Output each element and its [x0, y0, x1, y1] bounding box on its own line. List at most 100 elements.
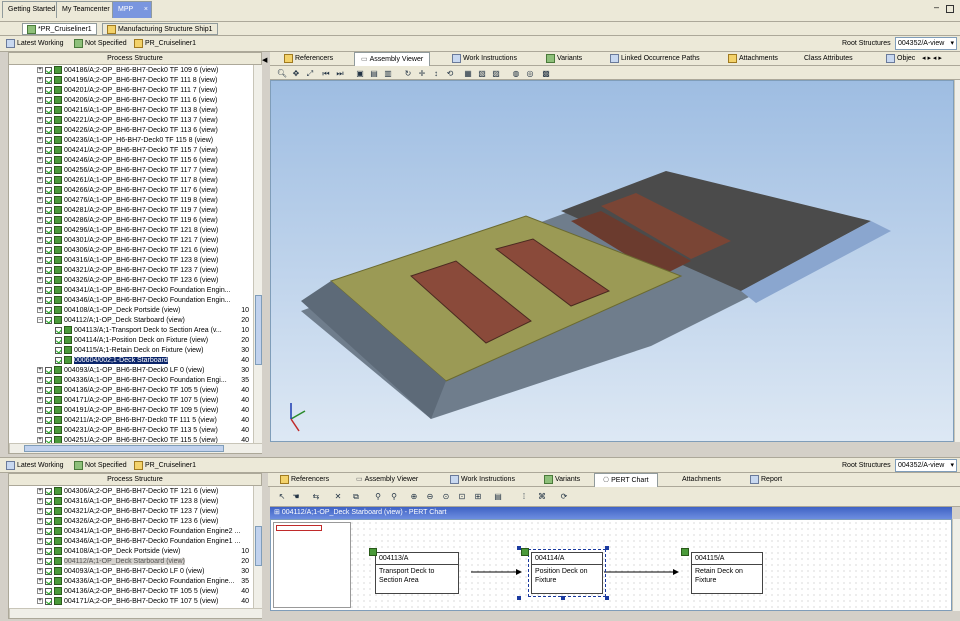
tree-row[interactable]: +004286/A;2-OP_BH6-BH7-Deck0 TF 119 6 (v… [37, 216, 249, 226]
first-icon[interactable]: ⏮ [320, 68, 332, 80]
next-icon[interactable]: ⏭ [334, 68, 346, 80]
expand-icon[interactable]: + [37, 558, 43, 565]
expand-icon[interactable]: + [37, 568, 43, 575]
checkbox[interactable] [45, 246, 52, 254]
tree-row[interactable]: +004246/A;2-OP_BH6-BH7-Deck0 TF 115 6 (v… [37, 156, 249, 166]
expand-icon[interactable]: + [37, 197, 43, 204]
checkbox[interactable] [45, 386, 52, 394]
tree-row[interactable]: +004336/A;1-OP_BH6-BH7-Deck0 Foundation … [37, 577, 249, 587]
checkbox[interactable] [45, 376, 52, 384]
root-structures-dropdown[interactable]: 004352/A-view [895, 37, 957, 50]
not-specified-button[interactable]: Not Specified [74, 36, 127, 52]
tree-row[interactable]: +004231/A;2-OP_BH6-BH7-Deck0 TF 113 5 (v… [37, 426, 249, 436]
checkbox[interactable] [45, 166, 52, 174]
checkbox[interactable] [45, 186, 52, 194]
tab-referencers[interactable]: Referencers [280, 53, 337, 65]
checkbox[interactable] [45, 116, 52, 124]
tree-row[interactable]: +004108/A;1-OP_Deck Portside (view) 10 [37, 306, 249, 316]
maximize-icon[interactable] [946, 5, 954, 13]
expand-icon[interactable]: + [37, 588, 43, 595]
checkbox[interactable] [45, 256, 52, 264]
expand-icon[interactable]: + [37, 407, 43, 414]
checkbox[interactable] [45, 547, 52, 555]
expand-icon[interactable]: + [37, 87, 43, 94]
selection-handle[interactable] [605, 546, 609, 550]
tree-row[interactable]: +004216/A;1-OP_BH6-BH7-Deck0 TF 113 8 (v… [37, 106, 249, 116]
tree-row[interactable]: +004112/A;1-OP_Deck Starboard (view) 20 [37, 557, 249, 567]
expand-icon[interactable]: + [37, 147, 43, 154]
checkbox[interactable] [45, 557, 52, 565]
bottom-tab-variants[interactable]: Variants [540, 474, 584, 486]
tree-row[interactable]: +004196/A;2-OP_BH6-BH7-Deck0 TF 111 8 (v… [37, 76, 249, 86]
tree-row[interactable]: +004316/A;1-OP_BH6-BH7-Deck0 TF 123 8 (v… [37, 256, 249, 266]
tree-row[interactable]: +004341/A;1-OP_BH6-BH7-Deck0 Foundation … [37, 527, 249, 537]
spin-icon[interactable]: ⟲ [444, 68, 456, 80]
checkbox[interactable] [45, 216, 52, 224]
vertical-icon[interactable]: ↕ [430, 68, 442, 80]
tree-row[interactable]: +004336/A;1-OP_BH6-BH7-Deck0 Foundation … [37, 376, 249, 386]
tree-horizontal-scrollbar[interactable] [9, 443, 262, 453]
zoom-icon[interactable]: 🔍︎ [276, 68, 288, 80]
bottom-latest-working-button[interactable]: Latest Working [6, 458, 64, 474]
tree-row[interactable]: +004236/A;1-OP_H6-BH7-Deck0 TF 115 8 (vi… [37, 136, 249, 146]
expand-icon[interactable]: + [37, 267, 43, 274]
tree-row[interactable]: +004251/A;2-OP_BH6-BH7-Deck0 TF 115 5 (v… [37, 436, 249, 443]
expand-icon[interactable]: + [37, 217, 43, 224]
expand-icon[interactable]: + [37, 377, 43, 384]
checkbox[interactable] [55, 346, 62, 354]
checkbox[interactable] [45, 196, 52, 204]
tree-row[interactable]: +004171/A;2-OP_BH6-BH7-Deck0 TF 107 5 (v… [37, 396, 249, 406]
checkbox[interactable] [45, 296, 52, 304]
checkbox[interactable] [55, 326, 62, 334]
tree-row[interactable]: +004093/A;1-OP_BH6-BH7-Deck0 LF 0 (view)… [37, 567, 249, 577]
tool-d-icon[interactable]: ◍ [510, 68, 522, 80]
checkbox[interactable] [45, 517, 52, 525]
checkbox[interactable] [45, 66, 52, 74]
tree-row[interactable]: +004266/A;2-OP_BH6-BH7-Deck0 TF 117 6 (v… [37, 186, 249, 196]
hscroll-thumb[interactable] [24, 445, 224, 452]
checkbox[interactable] [45, 126, 52, 134]
tree-row[interactable]: +004256/A;2-OP_BH6-BH7-Deck0 TF 117 7 (v… [37, 166, 249, 176]
checkbox[interactable] [45, 426, 52, 434]
tree-row[interactable]: +004301/A;2-OP_BH6-BH7-Deck0 TF 121 7 (v… [37, 236, 249, 246]
expand-icon[interactable]: + [37, 508, 43, 515]
zoom-reset-icon[interactable]: ⊞ [472, 491, 484, 503]
tree-row[interactable]: +004306/A;2-OP_BH6-BH7-Deck0 TF 121 6 (v… [37, 487, 249, 497]
minimize-icon[interactable]: – [934, 3, 943, 14]
tree-row[interactable]: +004326/A;2-OP_BH6-BH7-Deck0 TF 123 6 (v… [37, 276, 249, 286]
bottom-process-structure-tree[interactable]: +004306/A;2-OP_BH6-BH7-Deck0 TF 121 6 (v… [9, 486, 253, 608]
checkbox[interactable] [45, 156, 52, 164]
pert-node[interactable]: 004114/A Position Deck on Fixture [528, 549, 606, 597]
checkbox[interactable] [45, 416, 52, 424]
tab-attachments[interactable]: Attachments [724, 53, 782, 65]
tree-row[interactable]: +004316/A;1-OP_BH6-BH7-Deck0 TF 123 8 (v… [37, 497, 249, 507]
assembly-viewer-canvas[interactable] [270, 80, 954, 442]
expand-icon[interactable]: + [37, 578, 43, 585]
bottom-not-specified-button[interactable]: Not Specified [74, 458, 127, 474]
tab-class-attributes[interactable]: Class Attributes [800, 53, 857, 65]
tree-row[interactable]: +004346/A;1-OP_BH6-BH7-Deck0 Foundation … [37, 296, 249, 306]
checkbox[interactable] [45, 306, 52, 314]
pert-node[interactable]: 004113/A Transport Deck to Section Area [375, 552, 459, 594]
network-icon[interactable]: ⌘ [536, 491, 548, 503]
tool-e-icon[interactable]: ◎ [524, 68, 536, 80]
expand-icon[interactable]: + [37, 117, 43, 124]
expand-icon[interactable]: + [37, 77, 43, 84]
expand-icon[interactable]: + [37, 177, 43, 184]
expand-icon[interactable]: + [37, 247, 43, 254]
tree-row[interactable]: − 004112/A;1-OP_Deck Starboard (view) 20 [37, 316, 249, 326]
checkbox[interactable] [45, 286, 52, 294]
bottom-scroll-thumb[interactable] [255, 526, 262, 566]
expand-icon[interactable]: + [37, 107, 43, 114]
tab-scroll-arrows[interactable]: ◂ ▸ ◂ ▸ [922, 53, 942, 65]
checkbox[interactable] [45, 406, 52, 414]
close-icon[interactable]: × [144, 2, 148, 17]
expand-icon[interactable]: + [37, 488, 43, 495]
view-front-icon[interactable]: ▣ [354, 68, 366, 80]
checkbox[interactable] [55, 336, 62, 344]
tool-b-icon[interactable]: ▧ [476, 68, 488, 80]
checkbox[interactable] [45, 176, 52, 184]
tree-vertical-scrollbar[interactable] [253, 65, 262, 443]
tree-row[interactable]: +004136/A;2-OP_BH6-BH7-Deck0 TF 105 5 (v… [37, 587, 249, 597]
tool-a-icon[interactable]: ▦ [462, 68, 474, 80]
